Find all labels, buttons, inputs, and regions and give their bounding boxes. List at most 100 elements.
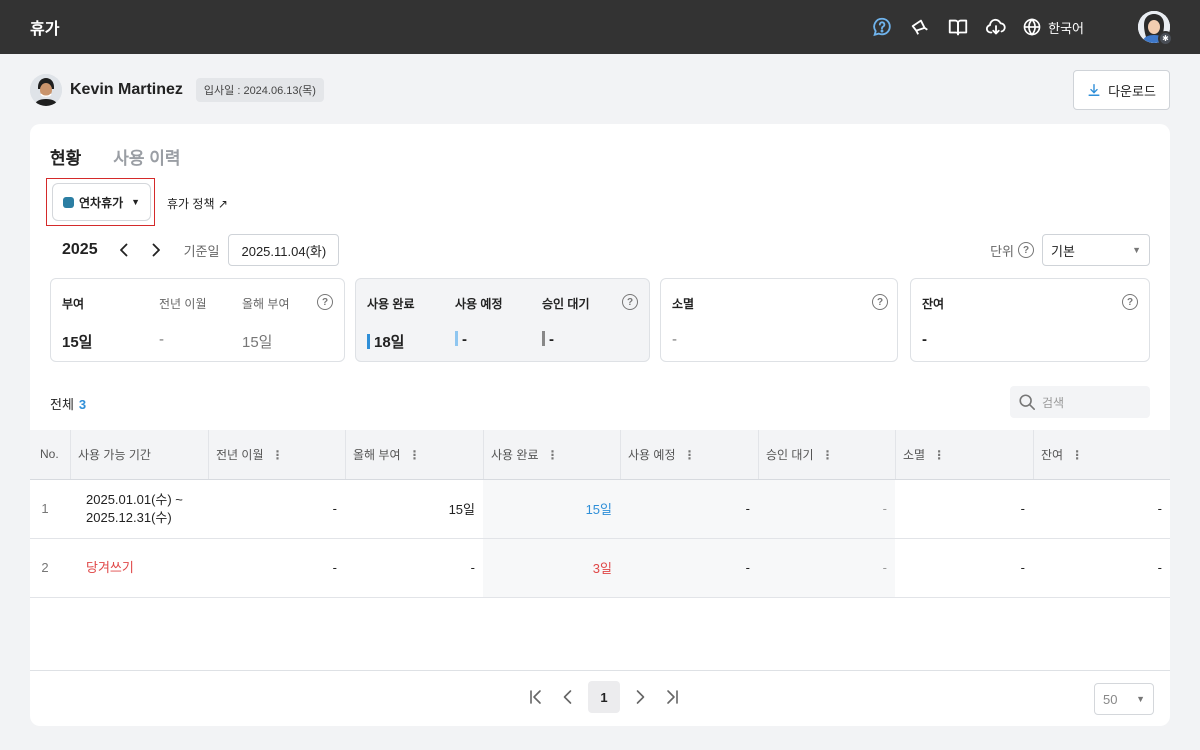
download-button[interactable]: 다운로드 bbox=[1073, 70, 1170, 110]
column-menu-icon[interactable]: ⋮ bbox=[684, 448, 696, 462]
caret-down-icon: ▼ bbox=[131, 197, 141, 207]
column-menu-icon[interactable]: ⋮ bbox=[1071, 448, 1083, 462]
remaining-help-icon[interactable]: ? bbox=[1122, 294, 1138, 310]
unit-label: 단위 bbox=[990, 243, 1014, 259]
column-menu-icon[interactable]: ⋮ bbox=[933, 448, 945, 462]
grant-title: 부여 bbox=[62, 297, 85, 311]
cell-used[interactable]: 3일 bbox=[483, 538, 620, 598]
first-page-button[interactable] bbox=[524, 681, 548, 713]
first-page-icon bbox=[530, 690, 541, 704]
expired-label: 소멸 bbox=[672, 297, 695, 311]
settings-badge-icon: ✱ bbox=[1158, 31, 1173, 46]
base-date-label: 기준일 bbox=[183, 243, 220, 259]
tab-bar: 현황 사용 이력 bbox=[50, 144, 181, 169]
tab-status[interactable]: 현황 bbox=[50, 144, 81, 169]
app-title: 휴가 bbox=[30, 21, 60, 38]
total-label: 전체 bbox=[50, 397, 74, 412]
download-label: 다운로드 bbox=[1108, 83, 1156, 99]
caret-down-icon: ▼ bbox=[1132, 245, 1141, 255]
leave-policy-link[interactable]: 휴가 정책 ↗ bbox=[167, 195, 228, 212]
column-menu-icon[interactable]: ⋮ bbox=[822, 448, 834, 462]
col-header-carryover: 전년 이월 ⋮ bbox=[208, 430, 345, 480]
planned-value: - bbox=[462, 331, 467, 348]
next-year-button[interactable] bbox=[144, 238, 168, 262]
column-menu-icon[interactable]: ⋮ bbox=[272, 448, 284, 462]
remaining-value: - bbox=[922, 331, 927, 348]
summary-expired: 소멸 - ? bbox=[660, 278, 898, 362]
next-page-button[interactable] bbox=[628, 681, 652, 713]
book-icon[interactable] bbox=[946, 15, 970, 39]
page-size-value: 50 bbox=[1103, 691, 1118, 707]
globe-icon bbox=[1023, 18, 1041, 36]
page-size-select[interactable]: 50 ▼ bbox=[1094, 683, 1154, 715]
pending-label: 승인 대기 bbox=[542, 297, 590, 311]
base-date-picker[interactable]: 2025.11.04(화) bbox=[228, 234, 340, 266]
user-avatar[interactable]: ✱ bbox=[1138, 11, 1173, 46]
summary-remaining: 잔여 - ? bbox=[910, 278, 1150, 362]
prev-page-button[interactable] bbox=[556, 681, 580, 713]
cloud-download-icon[interactable] bbox=[984, 15, 1008, 39]
leave-type-select[interactable]: 연차휴가 ▼ bbox=[52, 183, 151, 221]
pagination: 1 bbox=[524, 681, 684, 713]
cell-planned: - bbox=[620, 479, 758, 539]
chevron-left-icon bbox=[119, 243, 127, 257]
cell-carryover: - bbox=[208, 479, 345, 539]
year-label: 2025 bbox=[62, 241, 98, 258]
language-label: 한국어 bbox=[1048, 20, 1084, 36]
expired-help-icon[interactable]: ? bbox=[872, 294, 888, 310]
carryover-label: 전년 이월 bbox=[159, 297, 207, 311]
col-header-pending: 승인 대기 ⋮ bbox=[758, 430, 895, 480]
expired-value: - bbox=[672, 331, 677, 348]
table-row[interactable]: 2 당겨쓰기 - - 3일 - - - - bbox=[30, 538, 1170, 598]
planned-bar-mark bbox=[455, 331, 458, 346]
pending-value-wrap: - bbox=[542, 331, 554, 348]
prev-year-button[interactable] bbox=[112, 238, 136, 262]
cell-granted: 15일 bbox=[345, 479, 483, 539]
search-box[interactable]: 검색 bbox=[1010, 386, 1150, 418]
language-selector[interactable]: 한국어 bbox=[1022, 17, 1084, 37]
help-icon[interactable] bbox=[870, 15, 894, 39]
cell-period: 2025.01.01(수) ~2025.12.31(수) bbox=[70, 479, 208, 539]
carryover-value: - bbox=[159, 331, 164, 348]
cell-no: 2 bbox=[30, 538, 70, 598]
column-menu-icon[interactable]: ⋮ bbox=[547, 448, 559, 462]
planned-value-wrap: - bbox=[455, 331, 467, 348]
employee-header: Kevin Martinez 입사일 : 2024.06.13(목) 다운로드 bbox=[30, 70, 1170, 110]
cell-period: 당겨쓰기 bbox=[70, 538, 208, 598]
cell-no: 1 bbox=[30, 479, 70, 539]
search-placeholder: 검색 bbox=[1042, 395, 1065, 410]
grant-help-icon[interactable]: ? bbox=[317, 294, 333, 310]
unit-select[interactable]: 기본 ▼ bbox=[1042, 234, 1150, 266]
col-header-expired: 소멸 ⋮ bbox=[895, 430, 1033, 480]
leave-status-card: 현황 사용 이력 연차휴가 ▼ 휴가 정책 ↗ 2025 기준일 2025.11… bbox=[30, 124, 1170, 726]
column-menu-icon[interactable]: ⋮ bbox=[409, 448, 421, 462]
chevron-right-icon bbox=[636, 690, 645, 704]
employee-name: Kevin Martinez bbox=[70, 81, 183, 98]
usage-help-icon[interactable]: ? bbox=[622, 294, 638, 310]
page-number-button[interactable]: 1 bbox=[588, 681, 620, 713]
last-page-button[interactable] bbox=[660, 681, 684, 713]
cell-planned: - bbox=[620, 538, 758, 598]
table-row[interactable]: 1 2025.01.01(수) ~2025.12.31(수) - 15일 15일… bbox=[30, 479, 1170, 539]
caret-down-icon: ▼ bbox=[1136, 694, 1145, 704]
col-header-period: 사용 가능 기간 bbox=[70, 430, 208, 480]
top-bar: 휴가 한국어 ✱ bbox=[0, 0, 1200, 54]
leave-type-highlight: 연차휴가 ▼ bbox=[46, 178, 155, 226]
table-header-row: No. 사용 가능 기간 전년 이월 ⋮ 올해 부여 ⋮ 사용 완료 ⋮ 사용 예정 ⋮… bbox=[30, 430, 1170, 480]
chevron-left-icon bbox=[563, 690, 572, 704]
unit-area: 단위 ? 기본 ▼ bbox=[990, 234, 1150, 266]
cell-remaining: - bbox=[1033, 538, 1170, 598]
cell-remaining: - bbox=[1033, 479, 1170, 539]
tab-usage-history[interactable]: 사용 이력 bbox=[113, 144, 180, 169]
total-count-value: 3 bbox=[78, 397, 87, 412]
used-value-wrap: 18일 bbox=[367, 331, 405, 352]
col-header-planned: 사용 예정 ⋮ bbox=[620, 430, 758, 480]
cell-pending: - bbox=[758, 538, 895, 598]
unit-value: 기본 bbox=[1051, 243, 1075, 259]
planned-label: 사용 예정 bbox=[455, 297, 503, 311]
cell-carryover: - bbox=[208, 538, 345, 598]
cell-used[interactable]: 15일 bbox=[483, 479, 620, 539]
unit-help-icon[interactable]: ? bbox=[1018, 242, 1034, 258]
leave-table: No. 사용 가능 기간 전년 이월 ⋮ 올해 부여 ⋮ 사용 완료 ⋮ 사용 예정 ⋮… bbox=[30, 430, 1170, 598]
megaphone-icon[interactable] bbox=[908, 15, 932, 39]
